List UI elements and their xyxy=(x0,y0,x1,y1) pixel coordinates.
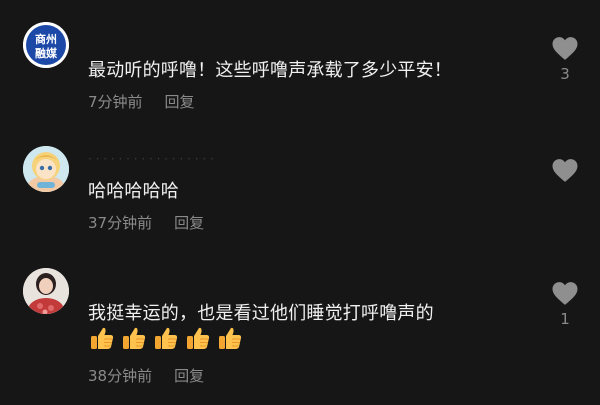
thumbs-up-emoji-icon xyxy=(187,327,210,349)
comment-meta: 37分钟前 回复 xyxy=(88,212,204,233)
cartoon-avatar-image xyxy=(23,146,69,192)
like-button[interactable]: 3 xyxy=(549,36,581,83)
comment-meta: 38分钟前 回复 xyxy=(88,365,204,386)
svg-text:商州: 商州 xyxy=(35,32,57,46)
thumbs-up-emoji-icon xyxy=(123,327,146,349)
svg-text:融媒: 融媒 xyxy=(35,46,58,60)
like-count: 3 xyxy=(560,65,570,83)
comment-time: 38分钟前 xyxy=(88,367,153,385)
comment-time: 37分钟前 xyxy=(88,214,153,232)
like-button[interactable]: 1 xyxy=(549,281,581,328)
emoji-row xyxy=(88,324,244,352)
avatar-user-3[interactable] xyxy=(23,268,69,314)
avatar-user-2[interactable] xyxy=(23,146,69,192)
like-button[interactable] xyxy=(549,158,581,183)
comment-text: 哈哈哈哈哈 xyxy=(88,181,179,202)
comment-text: 我挺幸运的，也是看过他们睡觉打呼噜声的 xyxy=(88,303,434,324)
reply-button[interactable]: 回复 xyxy=(174,214,204,232)
comment-text: 最动听的呼噜！这些呼噜声承载了多少平安！ xyxy=(88,60,452,81)
reply-button[interactable]: 回复 xyxy=(165,93,195,111)
photo-avatar-image xyxy=(23,268,69,314)
heart-icon xyxy=(552,37,578,60)
like-count: 1 xyxy=(560,310,570,328)
comment-meta: 7分钟前 回复 xyxy=(88,91,195,112)
reply-button[interactable]: 回复 xyxy=(174,367,204,385)
thumbs-up-emoji-icon xyxy=(91,327,114,349)
thumbs-up-emoji-icon xyxy=(219,327,242,349)
thumbs-up-emoji-icon xyxy=(155,327,178,349)
heart-icon xyxy=(552,282,578,305)
avatar-shangzhou-media[interactable]: 商州 融媒 xyxy=(23,22,69,68)
shangzhou-media-logo: 商州 融媒 xyxy=(23,22,69,68)
comment-time: 7分钟前 xyxy=(88,93,143,111)
heart-icon xyxy=(552,159,578,182)
username-hidden: · · · · · · · · · · · · · · · · · xyxy=(88,152,214,166)
